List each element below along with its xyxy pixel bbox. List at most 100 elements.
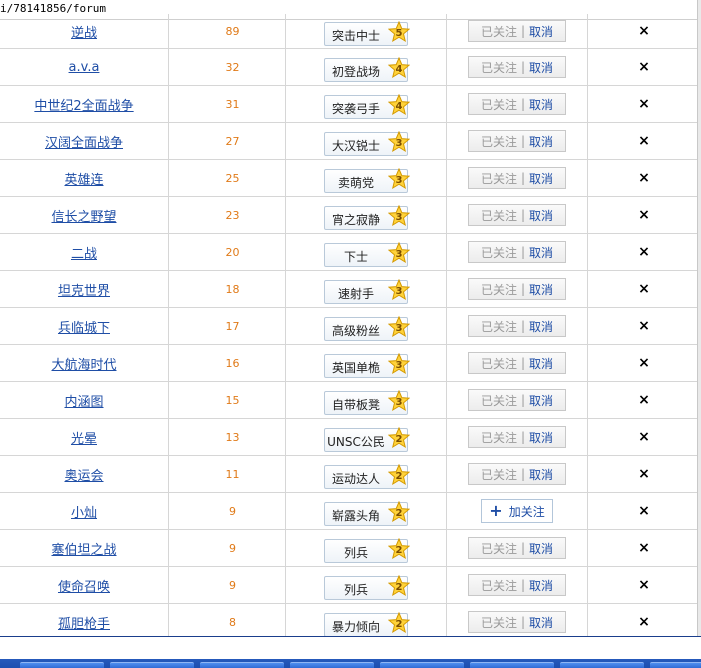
level-cell: 暴力倾向 2 <box>286 604 446 636</box>
table-row: 小灿 9 崭露头角 2 + 加关注 × <box>0 493 701 530</box>
delete-icon[interactable]: × <box>588 234 700 270</box>
delete-icon[interactable]: × <box>588 419 700 455</box>
cancel-follow-link[interactable]: 取消 <box>529 133 553 150</box>
taskbar-button[interactable] <box>110 662 194 668</box>
forum-name-link[interactable]: 坦克世界 <box>58 280 110 299</box>
add-follow-button[interactable]: + 加关注 <box>481 499 553 523</box>
forum-name-link[interactable]: 内涵图 <box>64 391 103 410</box>
level-number: 2 <box>395 581 403 593</box>
follow-status-box: 已关注 | 取消 <box>468 56 566 78</box>
star-icon: 3 <box>388 131 410 153</box>
table-row: 使命召唤 9 列兵 2 已关注 | 取消 × <box>0 567 701 604</box>
delete-icon[interactable]: × <box>588 160 700 196</box>
taskbar-button[interactable] <box>200 662 284 668</box>
scrollbar-edge[interactable] <box>697 0 701 636</box>
level-badge: 突击中士 5 <box>324 21 410 46</box>
forum-name-cell: 兵临城下 <box>0 308 168 344</box>
level-number: 5 <box>395 27 403 39</box>
cancel-follow-link[interactable]: 取消 <box>529 614 553 631</box>
forum-name-link[interactable]: 塞伯坦之战 <box>51 539 116 558</box>
forum-name-link[interactable]: a.v.a <box>69 60 100 75</box>
level-number: 4 <box>395 100 403 112</box>
cancel-follow-link[interactable]: 取消 <box>529 540 553 557</box>
level-number: 3 <box>395 211 403 223</box>
delete-icon[interactable]: × <box>588 86 700 122</box>
follow-status-box: 已关注 | 取消 <box>468 278 566 300</box>
experience-value: 16 <box>225 356 240 370</box>
forum-name-cell: 小灿 <box>0 493 168 529</box>
forum-name-cell: 英雄连 <box>0 160 168 196</box>
cancel-follow-link[interactable]: 取消 <box>529 170 553 187</box>
delete-icon[interactable]: × <box>588 14 700 48</box>
delete-icon[interactable]: × <box>588 197 700 233</box>
cancel-follow-link[interactable]: 取消 <box>529 577 553 594</box>
delete-icon[interactable]: × <box>588 123 700 159</box>
forum-name-link[interactable]: 逆战 <box>71 22 97 41</box>
forum-name-link[interactable]: 孤胆枪手 <box>58 613 110 632</box>
level-badge: 运动达人 2 <box>324 464 410 489</box>
experience-value: 15 <box>225 393 240 407</box>
taskbar-button[interactable] <box>650 662 701 668</box>
cancel-follow-link[interactable]: 取消 <box>529 392 553 409</box>
level-title: 速射手 <box>337 286 374 301</box>
level-badge: 速射手 3 <box>324 279 410 304</box>
cancel-follow-link[interactable]: 取消 <box>529 96 553 113</box>
follow-cell: 已关注 | 取消 <box>447 345 587 381</box>
forum-name-link[interactable]: 使命召唤 <box>58 576 110 595</box>
cancel-follow-link[interactable]: 取消 <box>529 355 553 372</box>
separator: | <box>520 97 526 111</box>
level-number: 4 <box>395 63 403 75</box>
star-icon: 3 <box>388 205 410 227</box>
table-row: 兵临城下 17 高级粉丝 3 已关注 | 取消 × <box>0 308 701 345</box>
cancel-follow-link[interactable]: 取消 <box>529 244 553 261</box>
forum-name-link[interactable]: 奥运会 <box>64 465 103 484</box>
delete-icon[interactable]: × <box>588 271 700 307</box>
separator: | <box>520 319 526 333</box>
cancel-follow-link[interactable]: 取消 <box>529 318 553 335</box>
taskbar-button[interactable] <box>380 662 464 668</box>
follow-status-box: 已关注 | 取消 <box>468 20 566 42</box>
taskbar-button[interactable] <box>290 662 374 668</box>
table-row: 内涵图 15 自带板凳 3 已关注 | 取消 × <box>0 382 701 419</box>
table-row: 坦克世界 18 速射手 3 已关注 | 取消 × <box>0 271 701 308</box>
taskbar-button[interactable] <box>20 662 104 668</box>
separator: | <box>520 467 526 481</box>
forum-name-link[interactable]: 中世纪2全面战争 <box>34 95 133 114</box>
forum-name-link[interactable]: 光晕 <box>71 428 97 447</box>
separator: | <box>520 171 526 185</box>
level-badge: 崭露头角 2 <box>324 501 410 526</box>
cancel-follow-link[interactable]: 取消 <box>529 207 553 224</box>
forum-name-cell: 中世纪2全面战争 <box>0 86 168 122</box>
forum-name-link[interactable]: 英雄连 <box>64 169 103 188</box>
forum-name-link[interactable]: 大航海时代 <box>51 354 116 373</box>
delete-icon[interactable]: × <box>588 456 700 492</box>
delete-icon[interactable]: × <box>588 493 700 529</box>
taskbar-button[interactable] <box>470 662 554 668</box>
forum-name-link[interactable]: 二战 <box>71 243 97 262</box>
delete-icon[interactable]: × <box>588 49 700 85</box>
cancel-follow-link[interactable]: 取消 <box>529 281 553 298</box>
cancel-follow-link[interactable]: 取消 <box>529 466 553 483</box>
taskbar-button[interactable] <box>560 662 644 668</box>
delete-icon[interactable]: × <box>588 530 700 566</box>
forum-name-cell: 奥运会 <box>0 456 168 492</box>
star-icon: 2 <box>388 427 410 449</box>
forum-name-link[interactable]: 兵临城下 <box>58 317 110 336</box>
cancel-follow-link[interactable]: 取消 <box>529 429 553 446</box>
experience-value: 9 <box>229 541 236 555</box>
level-cell: 宵之寂静 3 <box>286 197 446 233</box>
level-title: 宵之寂静 <box>331 212 380 227</box>
delete-icon[interactable]: × <box>588 604 700 636</box>
delete-icon[interactable]: × <box>588 308 700 344</box>
forum-name-link[interactable]: 小灿 <box>71 502 97 521</box>
delete-icon[interactable]: × <box>588 382 700 418</box>
cancel-follow-link[interactable]: 取消 <box>529 23 553 40</box>
cancel-follow-link[interactable]: 取消 <box>529 59 553 76</box>
followed-label: 已关注 <box>480 97 517 112</box>
forum-name-link[interactable]: 信长之野望 <box>51 206 116 225</box>
delete-icon[interactable]: × <box>588 345 700 381</box>
followed-label: 已关注 <box>480 356 517 371</box>
forum-name-link[interactable]: 汉阔全面战争 <box>45 132 123 151</box>
experience-value: 8 <box>229 615 236 629</box>
delete-icon[interactable]: × <box>588 567 700 603</box>
